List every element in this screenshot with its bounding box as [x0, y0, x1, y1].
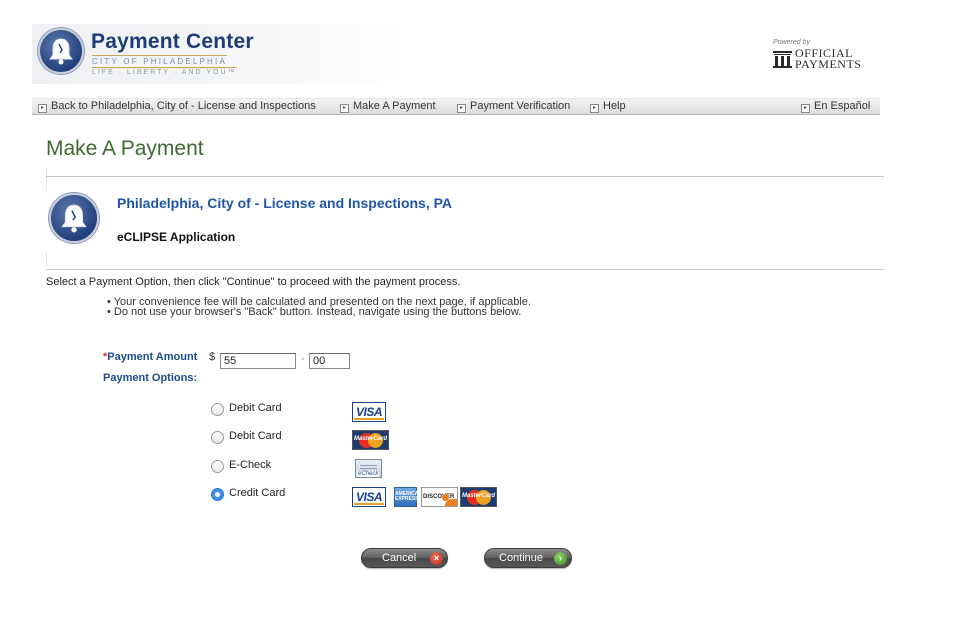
application-name: eCLIPSE Application [117, 230, 236, 244]
mastercard-logo-icon: MasterCard [460, 487, 497, 507]
radio-debit-visa[interactable] [211, 403, 224, 416]
continue-button[interactable]: Continue › [484, 548, 572, 568]
dotted-divider [46, 170, 47, 190]
section-divider [46, 269, 884, 270]
dotted-divider [46, 252, 47, 266]
nav-payment-verification-link[interactable]: ▸ Payment Verification [457, 100, 570, 113]
discover-logo-icon: DISCOVER [421, 487, 458, 507]
nav-help-link[interactable]: ▸ Help [590, 100, 626, 113]
powered-by-label: Powered by [773, 39, 810, 46]
nav-make-payment-label: Make A Payment [353, 100, 436, 112]
nav-make-payment-link[interactable]: ▸ Make A Payment [340, 100, 436, 113]
nav-back-label: Back to Philadelphia, City of - License … [51, 100, 316, 112]
arrow-box-icon: ▸ [801, 104, 810, 113]
brand-city: CITY OF PHILADELPHIA [92, 55, 227, 66]
arrow-box-icon: ▸ [340, 104, 349, 113]
liberty-bell-logo-icon [38, 28, 84, 74]
mastercard-logo-text: MasterCard [461, 493, 495, 499]
visa-logo-text: VISA [355, 405, 383, 419]
option-label: Debit Card [229, 402, 282, 414]
payments-text: PAYMENTS [795, 57, 862, 71]
payment-amount-label: *Payment Amount [103, 351, 197, 363]
payment-amount-text: Payment Amount [107, 351, 198, 363]
echeck-logo-icon: eCheck [355, 459, 382, 478]
visa-logo-icon: VISA [352, 402, 386, 422]
decimal-separator: · [301, 353, 305, 365]
amount-cents-input[interactable] [309, 353, 350, 369]
nav-language-link[interactable]: ▸ En Español [801, 100, 870, 113]
note-back-button: • Do not use your browser's "Back" butto… [107, 306, 522, 318]
close-icon: × [430, 552, 443, 565]
columns-icon [773, 51, 792, 68]
discover-logo-text: DISCOVER [423, 494, 455, 500]
option-label: Debit Card [229, 430, 282, 442]
amount-dollars-input[interactable] [220, 353, 296, 369]
continue-label: Continue [499, 552, 544, 564]
visa-logo-text: VISA [355, 490, 383, 504]
currency-symbol: $ [209, 351, 216, 363]
option-label: E-Check [229, 459, 272, 471]
nav-back-link[interactable]: ▸ Back to Philadelphia, City of - License… [38, 100, 316, 113]
arrow-box-icon: ▸ [38, 104, 47, 113]
nav-language-label: En Español [814, 100, 871, 112]
payment-options-label: Payment Options: [103, 372, 198, 384]
merchant-name: Philadelphia, City of - License and Insp… [117, 195, 453, 211]
instructions-text: Select a Payment Option, then click "Con… [46, 276, 461, 288]
brand-title: Payment Center [91, 30, 254, 53]
option-label: Credit Card [229, 487, 286, 499]
arrow-box-icon: ▸ [457, 104, 466, 113]
mastercard-logo-icon: MasterCard [352, 430, 389, 450]
arrow-box-icon: ▸ [590, 104, 599, 113]
nav-help-label: Help [603, 100, 626, 112]
amex-logo-text: AMERICAN EXPRESS [395, 491, 422, 502]
cancel-label: Cancel [382, 552, 417, 564]
visa-logo-icon: VISA [352, 487, 386, 507]
radio-debit-mastercard[interactable] [211, 431, 224, 444]
radio-echeck[interactable] [211, 460, 224, 473]
mastercard-logo-text: MasterCard [353, 436, 387, 442]
top-divider [46, 176, 884, 177]
nav-payment-verification-label: Payment Verification [470, 100, 571, 112]
brand-tagline: LIFE · LIBERTY · AND YOU™ [92, 67, 237, 76]
page-title: Make A Payment [46, 137, 204, 160]
amex-logo-icon: AMERICAN EXPRESS [394, 487, 422, 507]
arrow-right-icon: › [554, 552, 567, 565]
merchant-seal-icon [49, 193, 99, 243]
cancel-button[interactable]: Cancel × [361, 548, 448, 568]
echeck-logo-text: eCheck [357, 471, 380, 477]
radio-credit-card[interactable] [211, 488, 224, 501]
